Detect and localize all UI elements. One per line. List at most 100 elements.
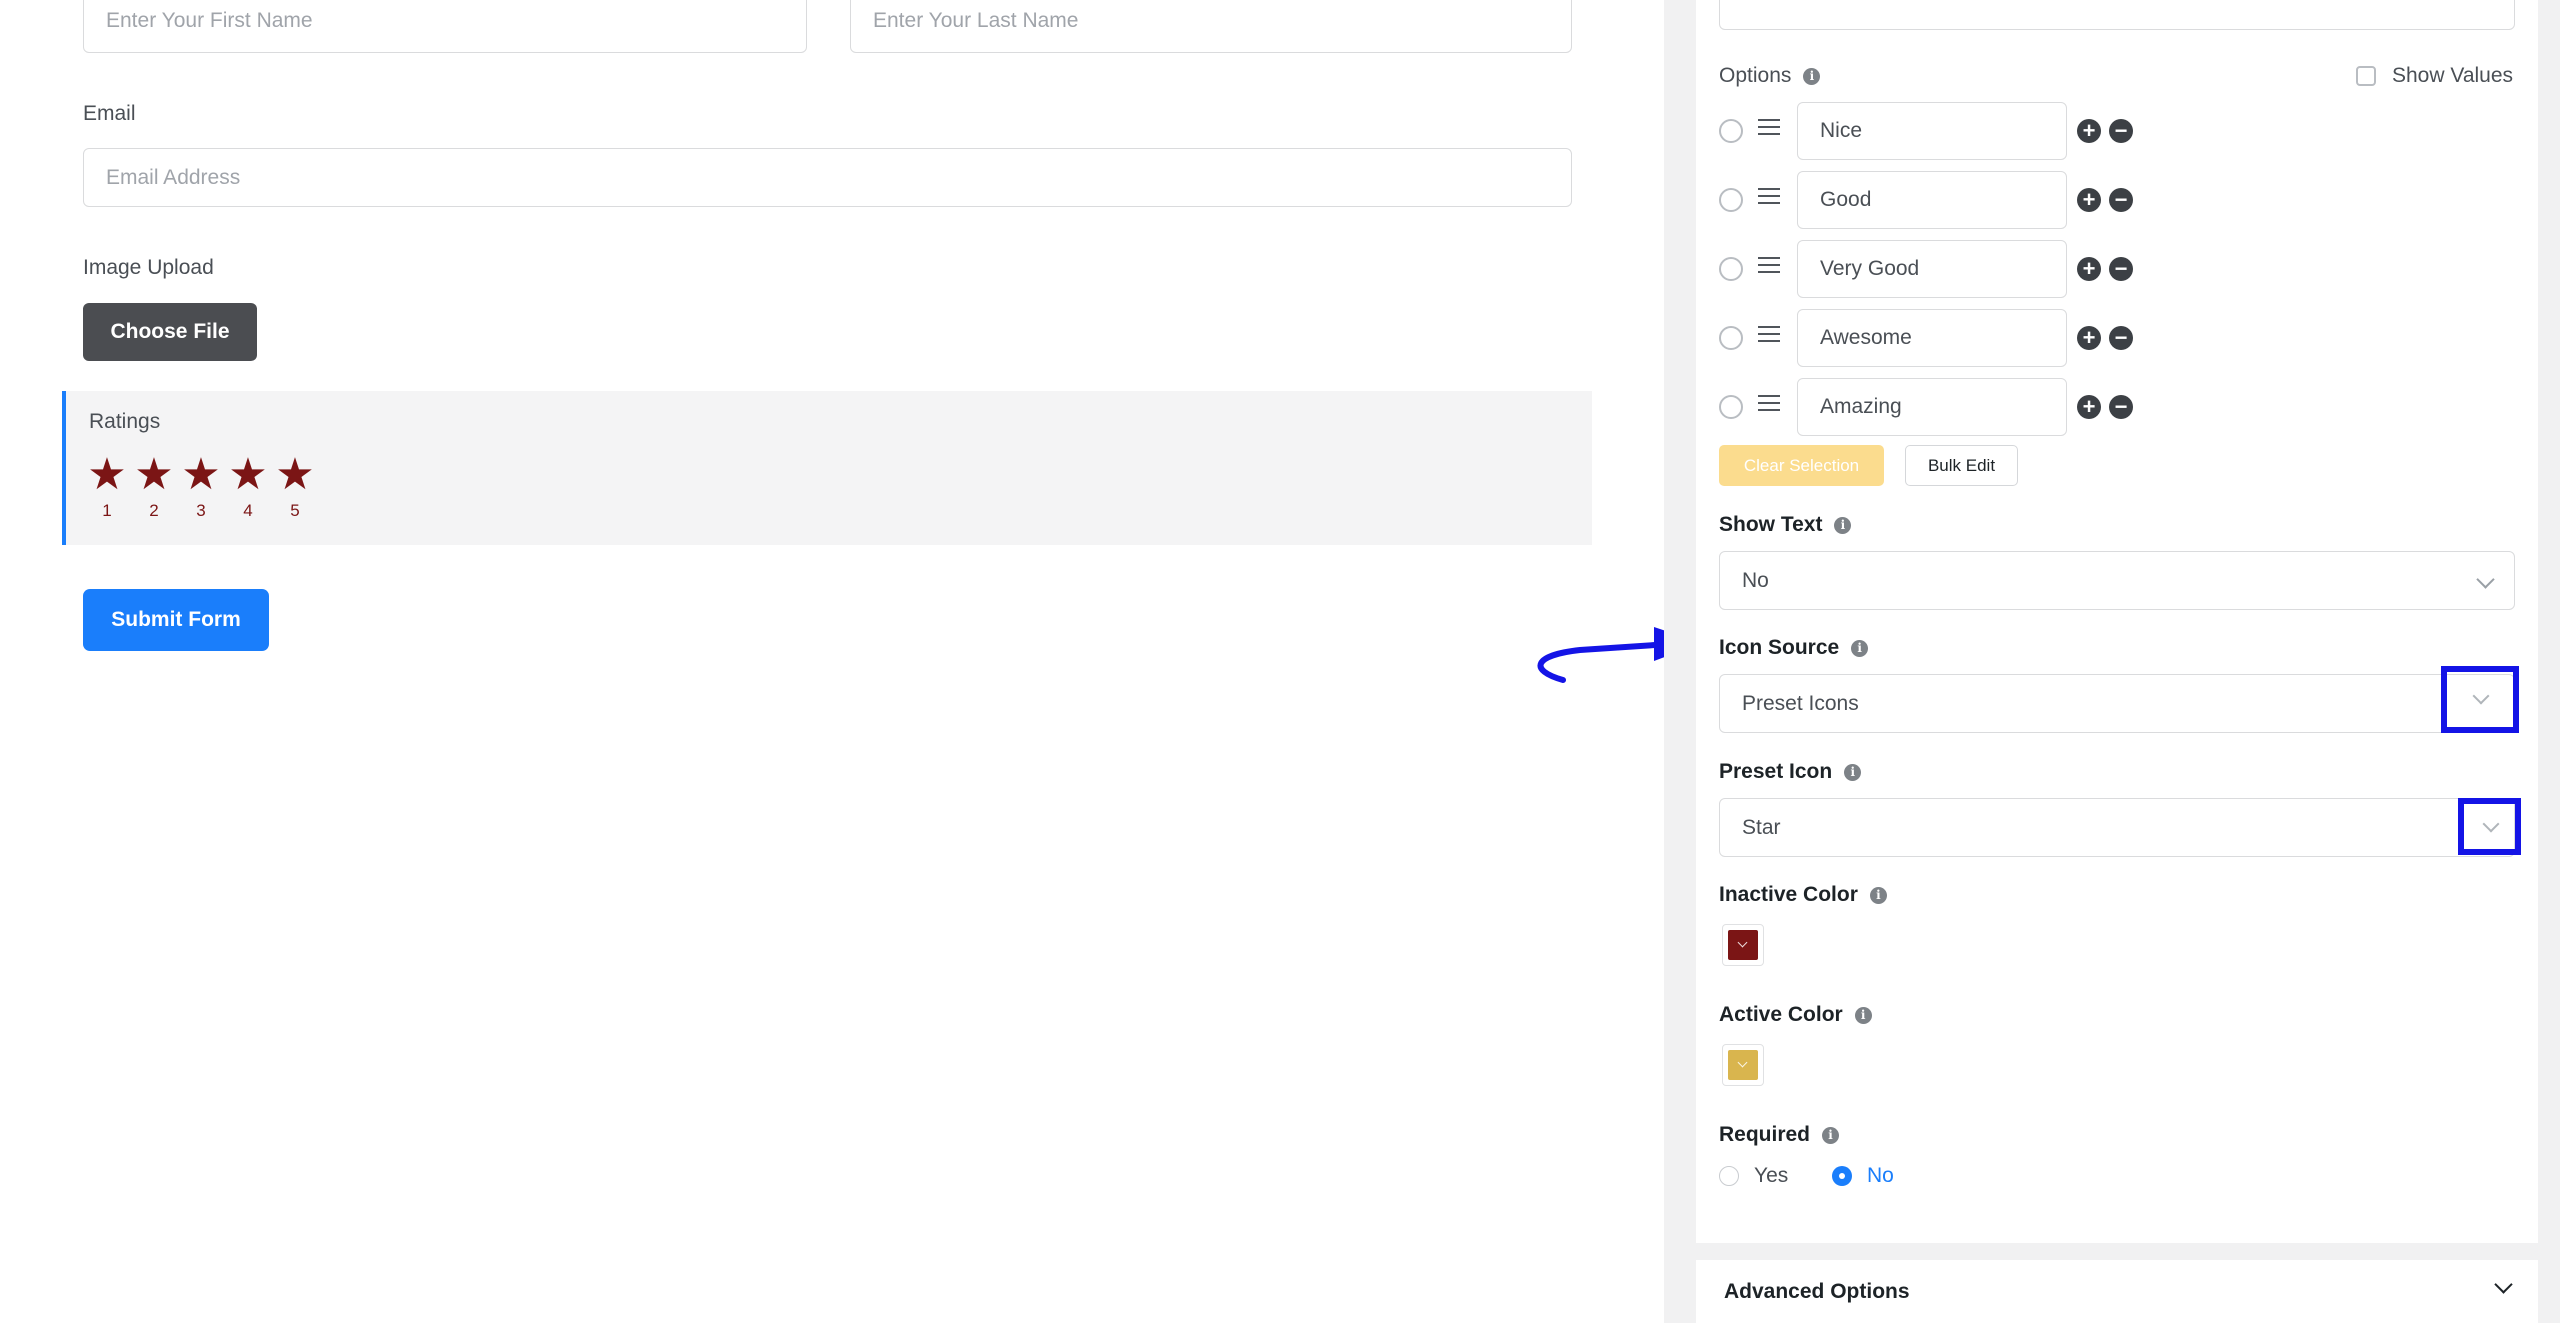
drag-handle-icon[interactable] — [1758, 252, 1780, 278]
minus-icon[interactable]: − — [2109, 395, 2133, 419]
info-icon: i — [1869, 886, 1887, 904]
minus-icon[interactable]: − — [2109, 188, 2133, 212]
required-no-label: No — [1867, 1164, 1894, 1187]
star-icon: ★ — [87, 450, 127, 499]
chevron-down-icon[interactable] — [2472, 687, 2490, 705]
advanced-options-label: Advanced Options — [1724, 1279, 1910, 1303]
option-radio[interactable] — [1719, 188, 1743, 212]
email-placeholder: Email Address — [106, 165, 241, 189]
preset-icon-select[interactable]: Star — [1719, 798, 2515, 857]
show-text-label-text: Show Text — [1719, 513, 1823, 536]
show-text-value: No — [1742, 568, 1769, 592]
ratings-label: Ratings — [89, 410, 161, 433]
required-yes-radio[interactable] — [1719, 1166, 1739, 1186]
icon-source-value: Preset Icons — [1742, 691, 1859, 715]
inactive-color-label: Inactive Color i — [1719, 882, 1887, 908]
required-yes-label: Yes — [1754, 1164, 1789, 1187]
info-icon: i — [1854, 1006, 1872, 1024]
rating-star-number: 1 — [102, 501, 112, 520]
rating-star[interactable]: ★ 2 — [134, 453, 174, 521]
drag-handle-icon[interactable] — [1758, 390, 1780, 416]
drag-handle-icon[interactable] — [1758, 183, 1780, 209]
email-input[interactable]: Email Address — [83, 148, 1572, 207]
plus-icon[interactable]: + — [2077, 188, 2101, 212]
plus-icon[interactable]: + — [2077, 257, 2101, 281]
rating-star[interactable]: ★ 1 — [87, 453, 127, 521]
option-value: Nice — [1820, 119, 1863, 142]
last-name-placeholder: Enter Your Last Name — [873, 8, 1079, 32]
show-values-checkbox[interactable] — [2356, 66, 2376, 86]
option-radio[interactable] — [1719, 395, 1743, 419]
plus-icon[interactable]: + — [2077, 326, 2101, 350]
first-name-placeholder: Enter Your First Name — [106, 8, 313, 32]
option-radio[interactable] — [1719, 119, 1743, 143]
options-label: Options i — [1719, 63, 1821, 89]
star-icon: ★ — [228, 450, 268, 499]
chevron-down-icon — [1737, 1057, 1748, 1068]
info-icon: i — [1822, 1126, 1840, 1144]
option-value: Good — [1820, 188, 1872, 211]
option-radio[interactable] — [1719, 257, 1743, 281]
chevron-down-icon — [1737, 937, 1748, 948]
show-text-label: Show Text i — [1719, 512, 1852, 538]
rating-star-number: 2 — [149, 501, 159, 520]
rating-star-number: 3 — [196, 501, 206, 520]
info-icon: i — [1844, 763, 1862, 781]
first-name-input[interactable]: Enter Your First Name — [83, 0, 807, 53]
last-name-input[interactable]: Enter Your Last Name — [850, 0, 1572, 53]
email-label: Email — [83, 102, 136, 125]
preset-icon-highlight — [2458, 798, 2521, 855]
active-color-swatch — [1728, 1050, 1758, 1080]
option-input[interactable]: Awesome — [1797, 309, 2067, 367]
option-value: Awesome — [1820, 326, 1912, 349]
plus-icon[interactable]: + — [2077, 395, 2101, 419]
clear-selection-button[interactable]: Clear Selection — [1719, 445, 1884, 486]
option-input[interactable]: Good — [1797, 171, 2067, 229]
chevron-down-icon[interactable] — [2482, 815, 2500, 833]
rating-star[interactable]: ★ 4 — [228, 453, 268, 521]
option-value: Very Good — [1820, 257, 1920, 280]
option-input[interactable]: Very Good — [1797, 240, 2067, 298]
active-color-label: Active Color i — [1719, 1002, 1872, 1028]
rating-star-number: 4 — [243, 501, 253, 520]
inactive-color-picker[interactable] — [1722, 924, 1764, 966]
rating-star[interactable]: ★ 5 — [275, 453, 315, 521]
info-icon: i — [1834, 516, 1852, 534]
image-upload-label: Image Upload — [83, 256, 214, 279]
submit-form-button[interactable]: Submit Form — [83, 589, 269, 651]
star-icon: ★ — [181, 450, 221, 499]
active-color-label-text: Active Color — [1719, 1003, 1843, 1026]
option-input[interactable]: Amazing — [1797, 378, 2067, 436]
star-icon: ★ — [134, 450, 174, 499]
chevron-down-icon — [2494, 1275, 2513, 1294]
ratings-field: Ratings ★ 1 ★ 2 ★ 3 ★ 4 ★ 5 — [62, 391, 1592, 545]
rating-star[interactable]: ★ 3 — [181, 453, 221, 521]
icon-source-label-text: Icon Source — [1719, 636, 1840, 659]
advanced-options-toggle[interactable]: Advanced Options — [1696, 1260, 2538, 1323]
option-input[interactable]: Nice — [1797, 102, 2067, 160]
show-text-select[interactable]: No — [1719, 551, 2515, 610]
bulk-edit-button[interactable]: Bulk Edit — [1905, 445, 2018, 486]
option-value: Amazing — [1820, 395, 1902, 418]
preset-icon-value: Star — [1742, 815, 1781, 839]
show-values-label: Show Values — [2392, 64, 2514, 87]
active-color-picker[interactable] — [1722, 1044, 1764, 1086]
inactive-color-label-text: Inactive Color — [1719, 883, 1858, 906]
option-radio[interactable] — [1719, 326, 1743, 350]
plus-icon[interactable]: + — [2077, 119, 2101, 143]
top-partial-input[interactable] — [1719, 0, 2515, 30]
choose-file-button[interactable]: Choose File — [83, 303, 257, 361]
inactive-color-swatch — [1728, 930, 1758, 960]
icon-source-select[interactable]: Preset Icons — [1719, 674, 2515, 733]
minus-icon[interactable]: − — [2109, 326, 2133, 350]
chevron-down-icon — [2476, 570, 2495, 589]
minus-icon[interactable]: − — [2109, 119, 2133, 143]
star-icon: ★ — [275, 450, 315, 499]
minus-icon[interactable]: − — [2109, 257, 2133, 281]
required-no-radio[interactable] — [1832, 1166, 1852, 1186]
icon-source-highlight — [2441, 666, 2519, 733]
drag-handle-icon[interactable] — [1758, 321, 1780, 347]
drag-handle-icon[interactable] — [1758, 114, 1780, 140]
required-label: Required i — [1719, 1122, 1840, 1148]
info-icon: i — [1803, 67, 1821, 85]
